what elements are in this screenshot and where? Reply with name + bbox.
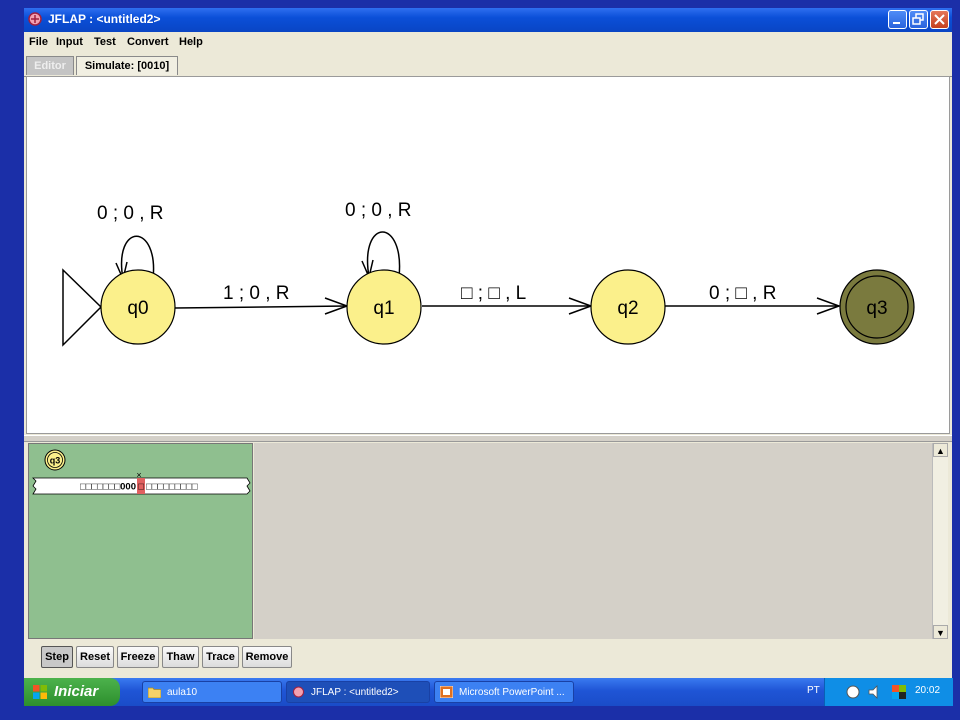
- scroll-down-icon[interactable]: ▼: [933, 625, 948, 639]
- security-icon[interactable]: [891, 684, 907, 700]
- taskbar-item-powerpoint[interactable]: Microsoft PowerPoint ...: [434, 681, 574, 703]
- maximize-button[interactable]: [909, 10, 928, 29]
- simulation-toolbar: Step Reset Freeze Thaw Trace Remove: [24, 642, 952, 672]
- start-button[interactable]: Iniciar: [24, 678, 120, 706]
- state-label: q3: [866, 298, 887, 319]
- menu-input[interactable]: Input: [56, 36, 83, 48]
- state-q1[interactable]: q1: [346, 269, 422, 345]
- step-button[interactable]: Step: [41, 646, 73, 668]
- tab-strip: Editor Simulate: [0010]: [24, 54, 952, 77]
- tab-simulate[interactable]: Simulate: [0010]: [76, 56, 178, 75]
- menu-bar: File Input Test Convert Help: [24, 32, 952, 52]
- network-icon[interactable]: [845, 684, 861, 700]
- title-bar: JFLAP : <untitled2>: [24, 8, 952, 32]
- trace-button[interactable]: Trace: [202, 646, 239, 668]
- maximize-icon: [912, 13, 924, 25]
- transition-q1-loop[interactable]: 0 ; 0 , R: [345, 200, 412, 280]
- powerpoint-icon: [440, 686, 453, 698]
- tape: × □□□□□□□000 □ □□□□□□□□□: [32, 470, 251, 495]
- transition-label: 0 ; □ , R: [709, 283, 776, 304]
- jflap-window: JFLAP : <untitled2> File Input Test Conv…: [24, 8, 952, 678]
- transition-q1-q2[interactable]: □ ; □ , L: [422, 283, 594, 315]
- tape-right: □□□□□□□□□: [146, 482, 198, 493]
- taskbar-item-aula10[interactable]: aula10: [142, 681, 282, 703]
- transition-label: 1 ; 0 , R: [223, 283, 290, 304]
- current-state-icon: q3: [44, 449, 66, 471]
- transition-label: 0 ; 0 , R: [345, 200, 412, 221]
- scroll-up-icon[interactable]: ▲: [933, 443, 948, 457]
- state-q3-final[interactable]: q3: [839, 269, 915, 345]
- menu-test[interactable]: Test: [94, 36, 116, 48]
- clock[interactable]: 20:02: [915, 685, 940, 696]
- minimize-button[interactable]: [888, 10, 907, 29]
- split-divider[interactable]: [24, 435, 952, 442]
- state-label: q2: [617, 298, 638, 319]
- language-indicator[interactable]: PT: [807, 685, 820, 696]
- tape-head-marker: ×: [136, 470, 141, 480]
- folder-icon: [148, 687, 161, 698]
- reset-button[interactable]: Reset: [76, 646, 114, 668]
- state-label: q1: [373, 298, 394, 319]
- speaker-icon[interactable]: [867, 684, 883, 700]
- jflap-icon: [293, 686, 304, 698]
- system-tray: PT 20:02: [807, 678, 953, 706]
- configurations-area: [254, 443, 932, 639]
- menu-file[interactable]: File: [29, 36, 48, 48]
- initial-state-marker: [62, 268, 103, 347]
- transition-q2-q3[interactable]: 0 ; □ , R: [665, 283, 842, 315]
- state-q2[interactable]: q2: [590, 269, 666, 345]
- freeze-button[interactable]: Freeze: [117, 646, 159, 668]
- taskbar: Iniciar aula10 JFLAP : <untitled2> Micro…: [24, 678, 953, 706]
- close-button[interactable]: [930, 10, 949, 29]
- window-title: JFLAP : <untitled2>: [48, 12, 161, 26]
- remove-button[interactable]: Remove: [242, 646, 292, 668]
- transition-q0-loop[interactable]: 0 ; 0 , R: [97, 203, 164, 282]
- jflap-app-icon: [28, 12, 42, 26]
- start-label: Iniciar: [54, 683, 99, 700]
- svg-text:q3: q3: [50, 456, 61, 466]
- vertical-scrollbar[interactable]: ▲ ▼: [932, 443, 948, 639]
- state-q0[interactable]: q0: [100, 269, 176, 345]
- menu-help[interactable]: Help: [179, 36, 203, 48]
- transition-label: 0 ; 0 , R: [97, 203, 164, 224]
- thaw-button[interactable]: Thaw: [162, 646, 199, 668]
- configuration-panel[interactable]: q3 × □□□□□□□000 □ □□□□□□□□□: [28, 443, 253, 639]
- transition-q0-q1[interactable]: 1 ; 0 , R: [174, 283, 350, 315]
- taskbar-item-jflap[interactable]: JFLAP : <untitled2>: [286, 681, 430, 703]
- close-icon: [934, 14, 945, 25]
- automaton-canvas[interactable]: 0 ; 0 , R 0 ; 0 , R 1 ; 0 , R □ ; □ , L: [26, 76, 950, 434]
- state-label: q0: [127, 298, 148, 319]
- tape-head-cell: □: [138, 482, 144, 493]
- transition-label: □ ; □ , L: [461, 283, 526, 304]
- tape-left: □□□□□□□000: [80, 482, 136, 493]
- tab-editor[interactable]: Editor: [26, 56, 74, 75]
- menu-convert[interactable]: Convert: [127, 36, 169, 48]
- windows-logo-icon: [33, 685, 47, 699]
- minimize-icon: [893, 22, 900, 24]
